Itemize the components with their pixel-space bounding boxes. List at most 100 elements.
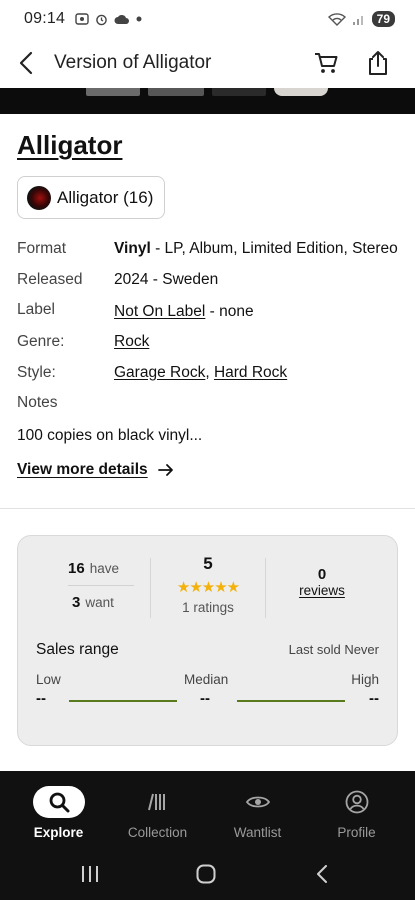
- genre-link[interactable]: Rock: [114, 333, 149, 351]
- range-bar-high: [237, 700, 345, 702]
- style-link-garage-rock[interactable]: Garage Rock: [114, 364, 205, 381]
- back-button[interactable]: [2, 38, 50, 88]
- image-gallery-strip[interactable]: [0, 88, 415, 114]
- rating-stat: 5 ★★★★★ 1 ratings: [158, 554, 258, 615]
- home-button[interactable]: [186, 860, 226, 888]
- nav-explore-icon-wrap: [32, 786, 85, 818]
- recents-icon: [82, 866, 98, 882]
- released-row: Released 2024 - Sweden: [17, 267, 407, 298]
- arrow-right-icon: [157, 464, 173, 476]
- system-nav-bar: [0, 848, 415, 900]
- have-count: 16: [68, 560, 85, 577]
- have-want-stats: 16 have 3 want: [68, 560, 148, 611]
- home-icon: [196, 864, 216, 884]
- format-value: Vinyl - LP, Album, Limited Edition, Ster…: [114, 240, 398, 258]
- format-bold: Vinyl: [114, 240, 151, 257]
- status-right: 79: [327, 11, 395, 27]
- format-row: Format Vinyl - LP, Album, Limited Editio…: [17, 236, 407, 267]
- eye-icon: [245, 796, 270, 808]
- recents-button[interactable]: [70, 860, 110, 888]
- notes-text: 100 copies on black vinyl...: [17, 427, 203, 444]
- status-time: 09:14: [24, 10, 66, 27]
- stats-divider: [150, 558, 151, 618]
- nav-collection-label: Collection: [127, 825, 188, 840]
- nav-wantlist[interactable]: Wantlist: [206, 771, 309, 848]
- star-rating-icon: ★★★★★: [176, 579, 240, 596]
- label-row: Label Not On Label - none: [17, 297, 407, 329]
- nav-wantlist-icon-wrap: [232, 786, 284, 818]
- release-title: Alligator: [17, 130, 123, 160]
- nav-profile[interactable]: Profile: [305, 771, 408, 848]
- nav-explore-label: Explore: [33, 825, 84, 840]
- search-icon: [49, 792, 69, 813]
- label-rest: - none: [205, 303, 254, 320]
- released-label: Released: [17, 270, 83, 288]
- released-value: 2024 - Sweden: [114, 270, 219, 288]
- want-count: 3: [72, 594, 81, 611]
- genre-row: Genre: Rock: [17, 329, 407, 360]
- have-label: have: [89, 561, 119, 576]
- release-details: Format Vinyl - LP, Album, Limited Editio…: [17, 236, 407, 421]
- collection-icon: [147, 793, 165, 811]
- header-actions: [311, 48, 415, 78]
- gallery-thumb[interactable]: [212, 88, 266, 96]
- last-sold: Last sold Never: [288, 642, 379, 657]
- notes-label: Notes: [17, 394, 58, 411]
- want-label: want: [85, 595, 114, 610]
- nav-wantlist-label: Wantlist: [233, 825, 282, 840]
- reviews-link[interactable]: reviews: [280, 583, 364, 598]
- range-bar-low: [69, 700, 177, 702]
- artist-avatar: [27, 185, 51, 210]
- nav-profile-label: Profile: [337, 825, 376, 840]
- label-link[interactable]: Not On Label: [114, 303, 205, 320]
- reviews-stat[interactable]: 0 reviews: [280, 566, 364, 598]
- label-label: Label: [17, 301, 55, 318]
- gallery-thumb[interactable]: [148, 88, 204, 96]
- sales-range-title: Sales range: [36, 641, 119, 658]
- nav-explore[interactable]: Explore: [7, 771, 110, 848]
- format-rest: - LP, Album, Limited Edition, Stereo: [150, 240, 398, 257]
- share-button[interactable]: [363, 48, 393, 78]
- cart-button[interactable]: [311, 48, 341, 78]
- have-stat[interactable]: 16 have: [68, 560, 148, 577]
- notes-row: Notes: [17, 390, 407, 421]
- nav-collection[interactable]: Collection: [106, 771, 209, 848]
- style-value: Garage Rock, Hard Rock: [114, 364, 287, 382]
- section-divider: [0, 508, 415, 509]
- system-back-button[interactable]: [302, 860, 342, 888]
- view-more-details-link[interactable]: View more details: [17, 461, 174, 479]
- style-label: Style:: [17, 363, 56, 381]
- reviews-count: 0: [317, 566, 327, 583]
- app-header: Version of Alligator: [0, 38, 415, 88]
- stats-divider: [265, 558, 266, 618]
- profile-icon: [345, 790, 368, 814]
- cart-icon: [315, 53, 338, 73]
- back-arrow-icon: [19, 51, 33, 75]
- wifi-icon: [327, 13, 346, 26]
- page-title: Version of Alligator: [54, 52, 212, 73]
- style-link-hard-rock[interactable]: Hard Rock: [214, 364, 287, 381]
- nav-collection-icon-wrap: [132, 786, 184, 818]
- gallery-thumb[interactable]: [274, 88, 328, 96]
- dot-icon: [136, 16, 142, 22]
- back-icon: [317, 865, 327, 883]
- have-want-divider: [68, 585, 134, 586]
- alarm-icon: [96, 14, 107, 25]
- artist-chip[interactable]: Alligator (16): [17, 176, 165, 219]
- median-value: --: [200, 690, 210, 707]
- cloud-icon: [114, 14, 130, 24]
- stats-card: 16 have 3 want 5 ★★★★★ 1 ratings 0 reviews…: [17, 535, 398, 746]
- share-icon: [369, 51, 387, 75]
- format-label: Format: [17, 240, 67, 257]
- gallery-thumb[interactable]: [86, 88, 140, 96]
- genre-label: Genre:: [17, 333, 65, 350]
- want-stat[interactable]: 3 want: [68, 594, 148, 611]
- status-bar: 09:14 79: [0, 0, 415, 38]
- high-value: --: [369, 690, 379, 707]
- label-value: Not On Label - none: [114, 303, 254, 321]
- low-label: Low: [36, 672, 61, 687]
- high-label: High: [351, 672, 379, 687]
- style-row: Style: Garage Rock, Hard Rock: [17, 360, 407, 391]
- view-more-label: View more details: [17, 461, 148, 478]
- ratings-count: 1 ratings: [182, 600, 234, 615]
